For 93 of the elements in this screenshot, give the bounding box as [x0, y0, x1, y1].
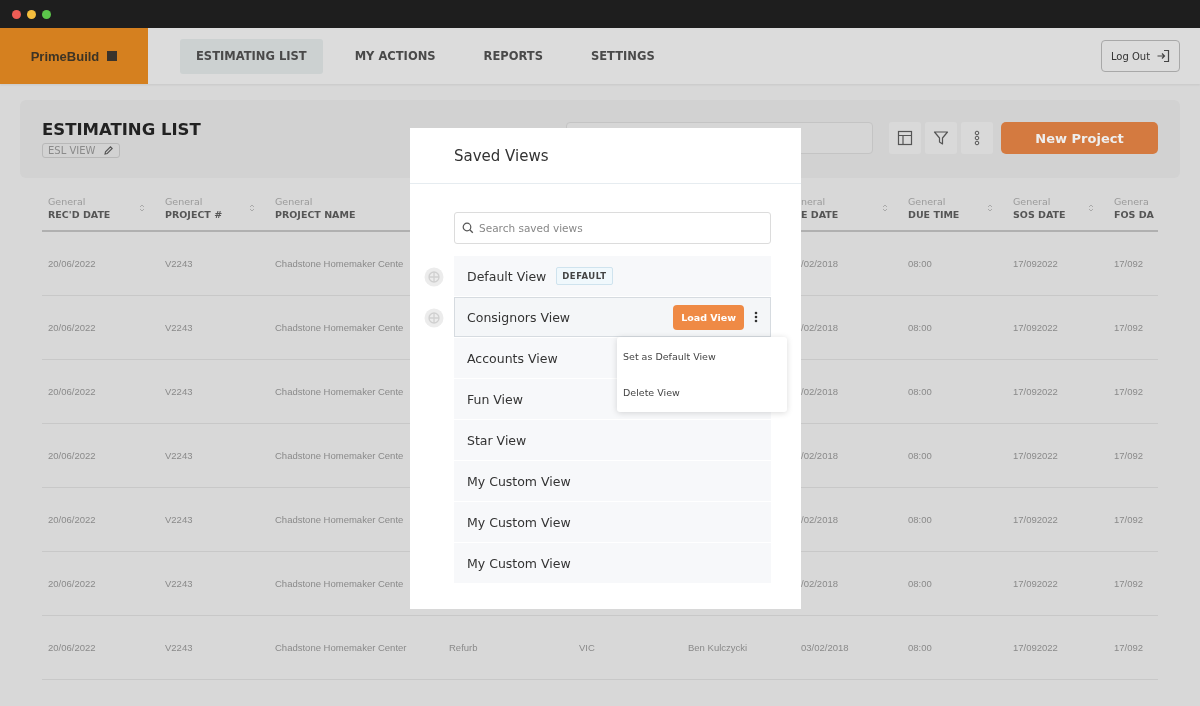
table-cell: 20/06/2022 [48, 514, 96, 525]
minimize-window-dot[interactable] [27, 9, 36, 19]
log-out-icon [1156, 49, 1171, 63]
table-cell: 17/092022 [1013, 322, 1058, 333]
table-cell: V2243 [165, 450, 193, 461]
table-cell: 20/06/2022 [48, 642, 96, 653]
table-cell: 17/092 [1114, 322, 1144, 333]
column-group-label: General [165, 196, 204, 207]
column-group-label: Genera [1114, 196, 1150, 207]
table-cell: 08:00 [908, 258, 932, 269]
column-header[interactable]: E DATE [801, 209, 839, 220]
table-cell: /02/2018 [801, 450, 838, 461]
table-cell: 20/06/2022 [48, 386, 96, 397]
table-cell: /02/2018 [801, 578, 838, 589]
table-cell: Chadstone Homemaker Center [275, 642, 407, 653]
table-cell: V2243 [165, 514, 193, 525]
column-group-label: General [48, 196, 87, 207]
table-cell: 17/092022 [1013, 578, 1058, 589]
table-cell: 20/06/2022 [48, 258, 96, 269]
table-cell: Ben Kulczycki [688, 642, 748, 653]
table-cell: V2243 [165, 258, 193, 269]
table-cell: 17/092 [1114, 578, 1144, 589]
column-header[interactable]: FOS DA [1114, 209, 1154, 220]
log-out-button[interactable]: Log Out [1101, 40, 1180, 72]
column-header[interactable]: SOS DATE [1013, 209, 1066, 220]
column-group-label: General [908, 196, 947, 207]
table-cell: 17/092 [1114, 450, 1144, 461]
table-cell: V2243 [165, 322, 193, 333]
close-window-dot[interactable] [12, 9, 21, 19]
table-cell: V2243 [165, 386, 193, 397]
table-cell: 17/092022 [1013, 514, 1058, 525]
column-header[interactable]: DUE TIME [908, 209, 960, 220]
table-cell: /02/2018 [801, 258, 838, 269]
saved-view-item[interactable]: My Custom View [454, 502, 771, 542]
table-cell: Chadstone Homemaker Cente [275, 322, 404, 333]
filter-icon [933, 130, 949, 146]
zoom-window-dot[interactable] [42, 9, 51, 19]
table-cell: 08:00 [908, 578, 932, 589]
table-cell: 17/092022 [1013, 386, 1058, 397]
table-cell: 03/02/2018 [801, 642, 849, 653]
more-button[interactable] [961, 122, 993, 154]
square-icon [107, 51, 118, 61]
table-cell: 08:00 [908, 386, 932, 397]
table-cell: 17/092022 [1013, 258, 1058, 269]
table-cell: /02/2018 [801, 386, 838, 397]
saved-view-item[interactable]: My Custom View [454, 543, 771, 583]
column-header[interactable]: PROJECT NAME [275, 209, 356, 220]
table-cell: Chadstone Homemaker Cente [275, 258, 404, 269]
saved-view-item[interactable]: My Custom View [454, 461, 771, 501]
table-cell: 20/06/2022 [48, 322, 96, 333]
columns-button[interactable] [889, 122, 921, 154]
column-header[interactable]: PROJECT # [165, 209, 223, 220]
more-icon [974, 130, 980, 146]
pencil-icon [103, 145, 115, 156]
kebab-menu-icon[interactable] [754, 311, 758, 323]
table-cell: 08:00 [908, 450, 932, 461]
page-title: ESTIMATING LIST [42, 120, 201, 139]
table-cell: 08:00 [908, 514, 932, 525]
logo-text: PrimeBuild [30, 48, 100, 64]
table-cell: V2243 [165, 578, 193, 589]
table-cell: 17/092 [1114, 386, 1144, 397]
table-cell: Chadstone Homemaker Cente [275, 578, 404, 589]
table-cell: 17/092 [1114, 258, 1144, 269]
table-cell: 17/092022 [1013, 642, 1058, 653]
table-cell: V2243 [165, 642, 193, 653]
dialog-title: Saved Views [454, 146, 549, 165]
table-cell: /02/2018 [801, 322, 838, 333]
table-cell: 17/092022 [1013, 450, 1058, 461]
table-cell: Chadstone Homemaker Cente [275, 386, 404, 397]
filter-button[interactable] [925, 122, 957, 154]
table-cell: 08:00 [908, 642, 932, 653]
nav-tab[interactable]: MY ACTIONS [338, 38, 452, 74]
default-badge: DEFAULT [556, 267, 613, 285]
table-cell: VIC [579, 642, 595, 653]
saved-view-item[interactable]: Star View [454, 420, 771, 460]
nav-tab[interactable]: SETTINGS [574, 38, 671, 74]
table-cell: 20/06/2022 [48, 450, 96, 461]
table-cell: 08:00 [908, 322, 932, 333]
table-cell: /02/2018 [801, 514, 838, 525]
table-cell: 17/092 [1114, 642, 1144, 653]
table-cell: 17/092 [1114, 514, 1144, 525]
table-cell: Refurb [449, 642, 478, 653]
table-icon [897, 130, 913, 146]
table-cell: Chadstone Homemaker Cente [275, 450, 404, 461]
search-icon [462, 222, 474, 234]
column-header[interactable]: REC'D DATE [48, 209, 111, 220]
nav-tab[interactable]: ESTIMATING LIST [180, 38, 323, 74]
column-group-label: General [275, 196, 314, 207]
nav-tab[interactable]: REPORTS [467, 38, 559, 74]
column-group-label: General [1013, 196, 1052, 207]
table-cell: 20/06/2022 [48, 578, 96, 589]
table-cell: Chadstone Homemaker Cente [275, 514, 404, 525]
search-field[interactable]: Search saved views [454, 212, 771, 244]
